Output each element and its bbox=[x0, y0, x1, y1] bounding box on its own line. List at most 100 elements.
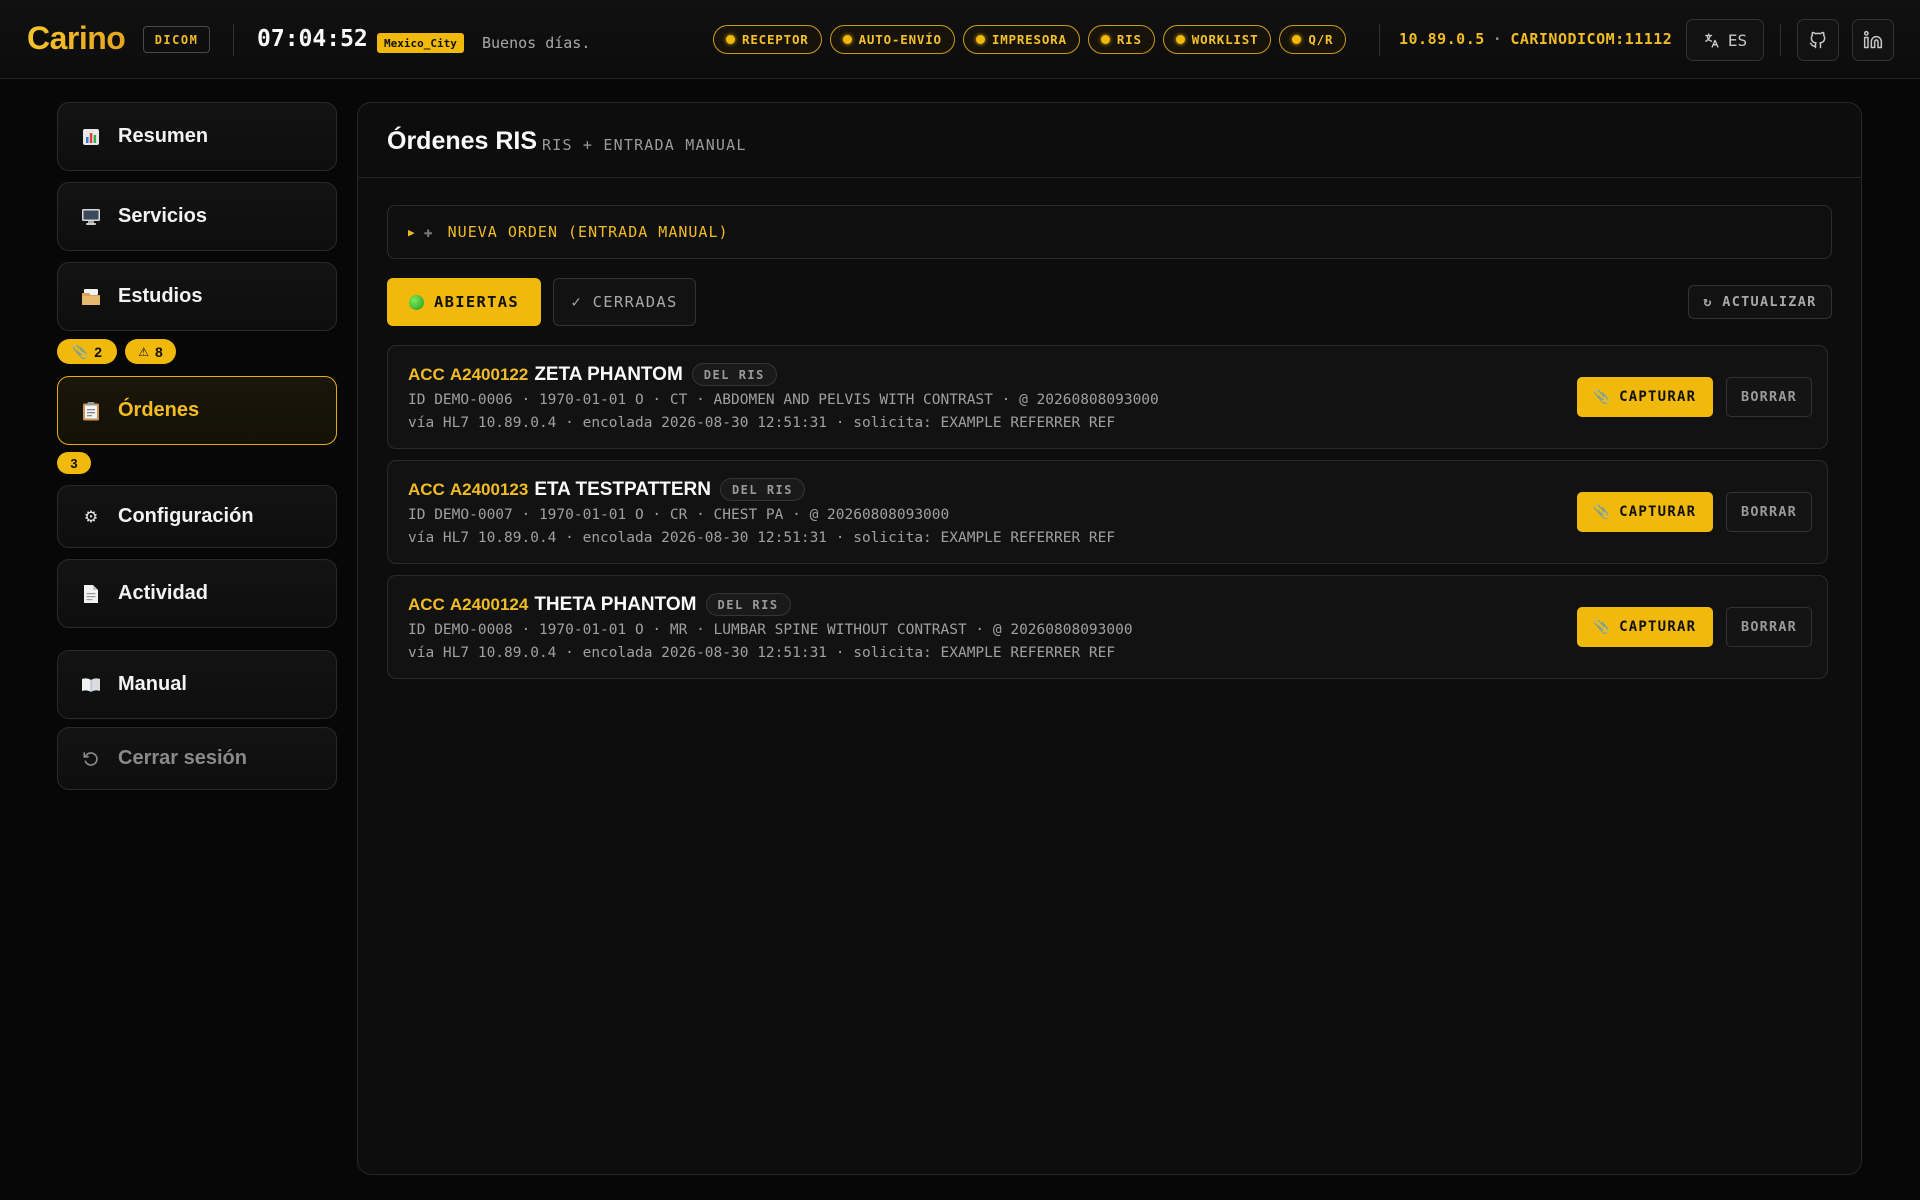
sidebar-item-label: Servicios bbox=[118, 205, 207, 227]
sidebar-item-configuracion[interactable]: ⚙ Configuración bbox=[57, 485, 337, 548]
status-pill-label: AUTO-ENVÍO bbox=[858, 32, 942, 47]
monitor-icon bbox=[80, 208, 102, 226]
capture-button[interactable]: 📎 CAPTURAR bbox=[1577, 377, 1713, 417]
clipboard-icon bbox=[80, 401, 102, 421]
patient-name: ZETA PHANTOM bbox=[534, 363, 683, 385]
status-pill-label: Q/R bbox=[1308, 32, 1334, 47]
order-header: ACC A2400124 THETA PHANTOM DEL RIS bbox=[408, 593, 791, 616]
order-details: ID DEMO-0007 · 1970-01-01 O · CR · CHEST… bbox=[408, 507, 950, 523]
source-badge: DEL RIS bbox=[691, 363, 777, 386]
green-circle-icon bbox=[408, 294, 424, 310]
accession-number: A2400122 bbox=[449, 364, 529, 384]
sidebar-item-resumen[interactable]: Resumen bbox=[57, 102, 337, 171]
status-dot-icon bbox=[975, 35, 985, 44]
sidebar-item-ordenes[interactable]: Órdenes bbox=[57, 376, 337, 445]
studies-warning-badge: ⚠ 8 bbox=[125, 339, 176, 364]
refresh-button[interactable]: ↻ ACTUALIZAR bbox=[1688, 285, 1832, 319]
sidebar-item-label: Configuración bbox=[118, 505, 254, 527]
page-subtitle: RIS + ENTRADA MANUAL bbox=[542, 136, 747, 154]
delete-button[interactable]: BORRAR bbox=[1726, 607, 1812, 647]
status-pill-label: WORKLIST bbox=[1191, 32, 1259, 47]
language-button[interactable]: ES bbox=[1686, 19, 1764, 61]
app-logo[interactable]: Carino bbox=[27, 20, 126, 57]
language-label: ES bbox=[1727, 30, 1748, 50]
acc-label: ACC bbox=[408, 364, 445, 384]
status-pill-label: IMPRESORA bbox=[991, 32, 1067, 47]
paperclip-icon: 📎 bbox=[72, 343, 89, 359]
status-dot-icon bbox=[1100, 35, 1110, 44]
service-status-pills: RECEPTOR AUTO-ENVÍO IMPRESORA RIS WORKLI… bbox=[713, 25, 1347, 54]
sidebar-item-servicios[interactable]: Servicios bbox=[57, 182, 337, 251]
new-order-label: NUEVA ORDEN (ENTRADA MANUAL) bbox=[447, 223, 729, 241]
github-button[interactable] bbox=[1797, 19, 1839, 61]
warning-icon: ⚠ bbox=[138, 344, 149, 359]
gear-icon: ⚙ bbox=[83, 508, 99, 526]
sidebar-item-label: Resumen bbox=[118, 125, 209, 147]
translate-icon bbox=[1704, 32, 1719, 48]
capture-label: CAPTURAR bbox=[1619, 504, 1697, 520]
acc-label: ACC bbox=[408, 479, 445, 499]
patient-name: THETA PHANTOM bbox=[534, 593, 697, 615]
sidebar-item-actividad[interactable]: Actividad bbox=[57, 559, 337, 628]
top-bar: Carino DICOM 07:04:52 Mexico_City Buenos… bbox=[0, 0, 1920, 79]
acc-label: ACC bbox=[408, 594, 445, 614]
status-dot-icon bbox=[1175, 35, 1185, 44]
ae-title-port: CARINODICOM:11112 bbox=[1510, 30, 1673, 48]
sidebar-item-label: Órdenes bbox=[118, 399, 200, 421]
panel-header: Órdenes RIS RIS + ENTRADA MANUAL bbox=[358, 103, 1861, 178]
order-details: ID DEMO-0008 · 1970-01-01 O · MR · LUMBA… bbox=[408, 622, 1133, 638]
folder-icon bbox=[80, 288, 102, 306]
book-icon bbox=[80, 677, 102, 693]
status-pill-worklist[interactable]: WORKLIST bbox=[1162, 25, 1272, 54]
status-pill-qr[interactable]: Q/R bbox=[1279, 25, 1347, 54]
sidebar-item-label: Estudios bbox=[118, 285, 203, 307]
order-card: ACC A2400123 ETA TESTPATTERN DEL RIS ID … bbox=[387, 460, 1828, 564]
source-badge: DEL RIS bbox=[705, 593, 791, 616]
tab-abiertas[interactable]: ABIERTAS bbox=[387, 278, 541, 326]
order-meta: vía HL7 10.89.0.4 · encolada 2026-08-30 … bbox=[408, 645, 1116, 661]
bar-chart-icon bbox=[80, 128, 102, 146]
order-header: ACC A2400123 ETA TESTPATTERN DEL RIS bbox=[408, 478, 806, 501]
new-order-toggle[interactable]: ▶ ✚ NUEVA ORDEN (ENTRADA MANUAL) bbox=[387, 205, 1832, 259]
linkedin-button[interactable] bbox=[1852, 19, 1894, 61]
capture-label: CAPTURAR bbox=[1619, 619, 1697, 635]
orders-panel: Órdenes RIS RIS + ENTRADA MANUAL ▶ ✚ NUE… bbox=[357, 102, 1862, 1175]
status-pill-ris[interactable]: RIS bbox=[1087, 25, 1155, 54]
studies-capture-badge: 📎 2 bbox=[57, 339, 117, 364]
capture-button[interactable]: 📎 CAPTURAR bbox=[1577, 607, 1713, 647]
header-divider bbox=[1780, 24, 1781, 56]
delete-button[interactable]: BORRAR bbox=[1726, 492, 1812, 532]
status-dot-icon bbox=[842, 35, 852, 44]
capture-button[interactable]: 📎 CAPTURAR bbox=[1577, 492, 1713, 532]
order-header: ACC A2400122 ZETA PHANTOM DEL RIS bbox=[408, 363, 777, 386]
sidebar-item-manual[interactable]: Manual bbox=[57, 650, 337, 719]
patient-name: ETA TESTPATTERN bbox=[534, 478, 711, 500]
status-dot-icon bbox=[726, 35, 735, 44]
status-pill-auto-envio[interactable]: AUTO-ENVÍO bbox=[829, 25, 955, 54]
sidebar-item-label: Cerrar sesión bbox=[118, 747, 247, 769]
github-icon bbox=[1809, 31, 1826, 49]
status-dot-icon bbox=[1292, 35, 1302, 44]
tab-label: ✓ CERRADAS bbox=[571, 293, 678, 311]
paperclip-icon: 📎 bbox=[1593, 389, 1612, 405]
caret-right-icon: ▶ bbox=[408, 225, 416, 239]
status-pill-receptor[interactable]: RECEPTOR bbox=[713, 25, 822, 54]
host-separator: · bbox=[1492, 30, 1503, 48]
tab-cerradas[interactable]: ✓ CERRADAS bbox=[553, 278, 696, 326]
status-pill-impresora[interactable]: IMPRESORA bbox=[962, 25, 1080, 54]
dicom-tag: DICOM bbox=[143, 26, 210, 53]
logout-icon bbox=[80, 750, 102, 768]
source-badge: DEL RIS bbox=[719, 478, 806, 501]
document-icon bbox=[80, 584, 102, 604]
capture-label: CAPTURAR bbox=[1619, 389, 1697, 405]
header-divider bbox=[1379, 24, 1380, 56]
sidebar-item-cerrar-sesion[interactable]: Cerrar sesión bbox=[57, 727, 337, 790]
greeting: Buenos días. bbox=[482, 34, 591, 52]
delete-button[interactable]: BORRAR bbox=[1726, 377, 1812, 417]
host-address: 10.89.0.5 · CARINODICOM:11112 bbox=[1399, 30, 1672, 48]
order-meta: vía HL7 10.89.0.4 · encolada 2026-08-30 … bbox=[408, 415, 1116, 431]
order-details: ID DEMO-0006 · 1970-01-01 O · CT · ABDOM… bbox=[408, 392, 1159, 408]
sidebar-item-estudios[interactable]: Estudios bbox=[57, 262, 337, 331]
paperclip-icon: 📎 bbox=[1593, 619, 1612, 635]
accession-number: A2400124 bbox=[449, 594, 529, 614]
